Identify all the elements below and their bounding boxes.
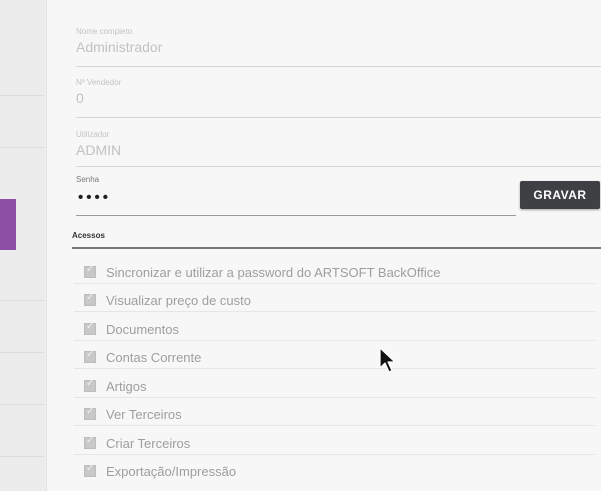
username-value: ADMIN [76, 142, 122, 158]
active-nav-indicator [0, 199, 16, 250]
password-value: •••• [78, 189, 112, 206]
section-divider [72, 247, 601, 249]
checkbox-checked-icon[interactable]: ✓ [84, 349, 96, 363]
permission-current-accounts[interactable]: ✓ Contas Corrente [74, 346, 595, 369]
divider [0, 147, 44, 148]
row-divider [74, 368, 595, 369]
permission-label: Visualizar preço de custo [106, 292, 252, 308]
permission-label: Documentos [106, 321, 179, 337]
name-field-value: Administrador [76, 39, 163, 55]
name-field[interactable]: Nome completo Administrador [76, 27, 601, 67]
permission-create-third-parties[interactable]: ✓ Criar Terceiros [74, 432, 595, 455]
divider [0, 300, 44, 301]
permission-sync-password[interactable]: ✓ Sincronizar e utilizar a password do A… [74, 261, 595, 284]
permission-view-cost-price[interactable]: ✓ Visualizar preço de custo [74, 289, 595, 312]
field-underline [76, 66, 601, 67]
checkbox-checked-icon[interactable]: ✓ [84, 378, 96, 392]
row-divider [74, 425, 595, 426]
permission-export-print[interactable]: ✓ Exportação/Impressão [84, 460, 236, 482]
access-section-title: Acessos [72, 231, 105, 240]
permission-view-third-parties[interactable]: ✓ Ver Terceiros [74, 403, 595, 426]
row-divider [74, 397, 595, 398]
row-divider [74, 454, 595, 455]
divider [0, 404, 44, 405]
checkbox-checked-icon[interactable]: ✓ [84, 292, 96, 306]
permission-articles[interactable]: ✓ Artigos [74, 375, 595, 398]
field-underline [76, 215, 516, 216]
seller-number-field[interactable]: Nº Vendedor 0 [76, 78, 601, 118]
permission-label: Exportação/Impressão [106, 463, 237, 479]
checkbox-checked-icon[interactable]: ✓ [84, 463, 96, 477]
field-underline [76, 166, 601, 167]
save-button[interactable]: GRAVAR [520, 181, 600, 209]
permission-label: Sincronizar e utilizar a password do ART… [106, 264, 441, 280]
username-field[interactable]: Utilizador ADMIN [76, 130, 601, 170]
name-field-label: Nome completo [76, 27, 133, 36]
permission-label: Criar Terceiros [106, 435, 191, 451]
checkbox-checked-icon[interactable]: ✓ [84, 406, 96, 420]
row-divider [74, 340, 595, 341]
divider [0, 456, 44, 457]
mouse-pointer-icon [379, 347, 396, 373]
divider [0, 352, 44, 353]
row-divider [74, 283, 595, 284]
divider [0, 95, 44, 96]
checkbox-checked-icon[interactable]: ✓ [84, 435, 96, 449]
seller-number-value: 0 [76, 90, 84, 106]
user-edit-panel: Nome completo Administrador Nº Vendedor … [46, 0, 601, 491]
password-label: Senha [76, 175, 100, 184]
permission-label: Contas Corrente [106, 349, 202, 365]
seller-number-label: Nº Vendedor [76, 78, 122, 87]
username-label: Utilizador [76, 130, 110, 139]
row-divider [74, 311, 595, 312]
checkbox-checked-icon[interactable]: ✓ [84, 321, 96, 335]
permission-documents[interactable]: ✓ Documentos [74, 318, 595, 341]
permission-label: Artigos [106, 378, 147, 394]
password-field[interactable]: Senha •••• [76, 175, 516, 217]
field-underline [76, 117, 601, 118]
permission-label: Ver Terceiros [106, 406, 182, 422]
checkbox-checked-icon[interactable]: ✓ [84, 264, 96, 278]
